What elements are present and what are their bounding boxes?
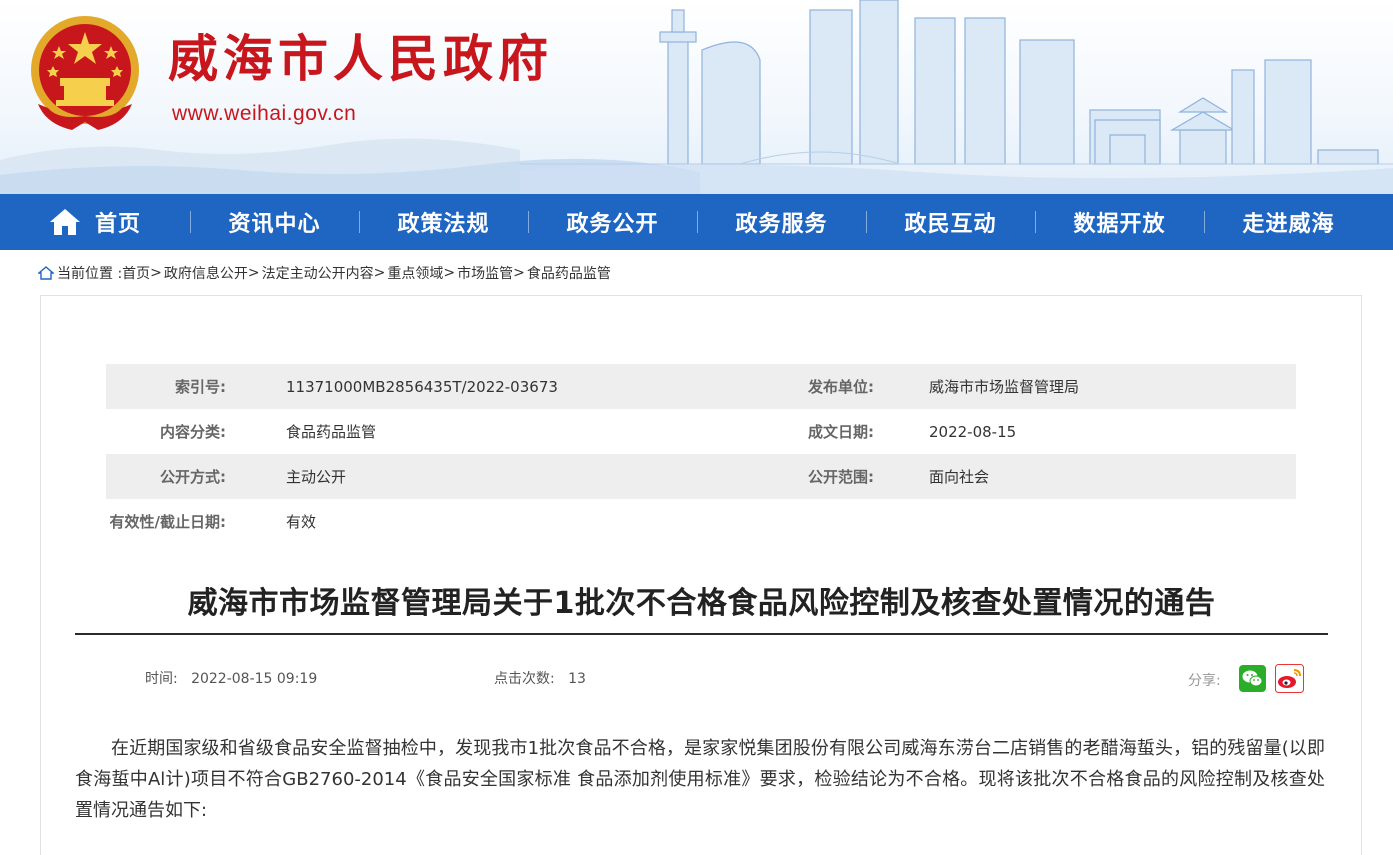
doc-date-label: 成文日期:: [808, 423, 874, 441]
breadcrumb-food-drug[interactable]: 食品药品监管: [527, 263, 611, 283]
article-title: 威海市市场监督管理局关于1批次不合格食品风险控制及核查处置情况的通告: [187, 586, 1216, 621]
breadcrumb-separator: >: [443, 265, 456, 281]
national-emblem-icon: [31, 16, 139, 130]
scope-label: 公开范围:: [808, 468, 874, 486]
disclosure-label: 公开方式:: [160, 468, 226, 486]
click-count: 点击次数: 13: [494, 668, 586, 688]
category-value: 食品药品监管: [286, 423, 377, 441]
disclosure-value: 主动公开: [286, 468, 347, 486]
metadata-row: 公开方式: 主动公开 公开范围: 面向社会: [106, 454, 1296, 499]
home-icon: [49, 209, 80, 235]
header-banner: 威海市人民政府 www.weihai.gov.cn: [0, 0, 1393, 194]
breadcrumb-legal-content[interactable]: 法定主动公开内容: [262, 263, 374, 283]
breadcrumb: 当前位置 : 首页 > 政府信息公开 > 法定主动公开内容 > 重点领域 > 市场监管 >…: [38, 263, 611, 283]
breadcrumb-separator: >: [247, 265, 260, 281]
validity-label: 有效性/截止日期:: [109, 513, 226, 531]
publish-time: 时间: 2022-08-15 09:19: [145, 668, 317, 688]
index-no-label: 索引号:: [175, 378, 226, 396]
share-label: 分享:: [1188, 673, 1221, 689]
breadcrumb-gov-info[interactable]: 政府信息公开: [164, 263, 248, 283]
weibo-icon[interactable]: [1275, 664, 1304, 693]
publisher-value: 威海市市场监督管理局: [929, 378, 1080, 396]
clicks-label: 点击次数:: [494, 671, 555, 687]
location-home-icon: [38, 266, 54, 280]
nav-item-about-weihai[interactable]: 走进威海: [1204, 194, 1373, 250]
category-label: 内容分类:: [160, 423, 226, 441]
breadcrumb-separator: >: [150, 265, 162, 281]
breadcrumb-market-supervision[interactable]: 市场监管: [457, 263, 513, 283]
breadcrumb-prefix: 当前位置 :: [57, 266, 123, 282]
metadata-row: 有效性/截止日期: 有效: [106, 499, 1296, 544]
title-divider: [75, 633, 1328, 635]
city-skyline-illustration: [520, 0, 1393, 194]
metadata-row: 内容分类: 食品药品监管 成文日期: 2022-08-15: [106, 409, 1296, 454]
nav-item-news[interactable]: 资讯中心: [190, 194, 359, 250]
time-value: 2022-08-15 09:19: [191, 671, 318, 687]
breadcrumb-key-areas[interactable]: 重点领域: [387, 263, 443, 283]
nav-item-gov-affairs-open[interactable]: 政务公开: [528, 194, 697, 250]
breadcrumb-separator: >: [373, 265, 386, 281]
nav-item-home[interactable]: 首页: [0, 194, 190, 250]
validity-value: 有效: [286, 513, 317, 531]
nav-item-gov-services[interactable]: 政务服务: [697, 194, 866, 250]
metadata-table: 索引号: 11371000MB2856435T/2022-03673 发布单位:…: [106, 364, 1296, 544]
breadcrumb-home[interactable]: 首页: [122, 263, 150, 283]
scope-value: 面向社会: [929, 468, 990, 486]
nav-item-policies[interactable]: 政策法规: [359, 194, 528, 250]
publisher-label: 发布单位:: [808, 378, 874, 396]
breadcrumb-separator: >: [513, 265, 525, 281]
nav-item-open-data[interactable]: 数据开放: [1035, 194, 1204, 250]
main-nav: 首页 资讯中心 政策法规 政务公开 政务服务 政民互动 数据开放 走进威海: [0, 194, 1393, 250]
nav-item-interaction[interactable]: 政民互动: [866, 194, 1035, 250]
nav-item-label: 首页: [94, 212, 141, 237]
article-body: 在近期国家级和省级食品安全监督抽检中，发现我市1批次食品不合格，是家家悦集团股份…: [75, 738, 1325, 821]
wechat-icon[interactable]: [1239, 665, 1266, 692]
time-label: 时间:: [145, 671, 178, 687]
metadata-row: 索引号: 11371000MB2856435T/2022-03673 发布单位:…: [106, 364, 1296, 409]
site-url[interactable]: www.weihai.gov.cn: [172, 102, 356, 126]
clicks-value: 13: [568, 671, 586, 687]
site-title[interactable]: 威海市人民政府: [168, 34, 553, 84]
index-no-value: 11371000MB2856435T/2022-03673: [286, 377, 558, 396]
doc-date-value: 2022-08-15: [929, 422, 1017, 441]
